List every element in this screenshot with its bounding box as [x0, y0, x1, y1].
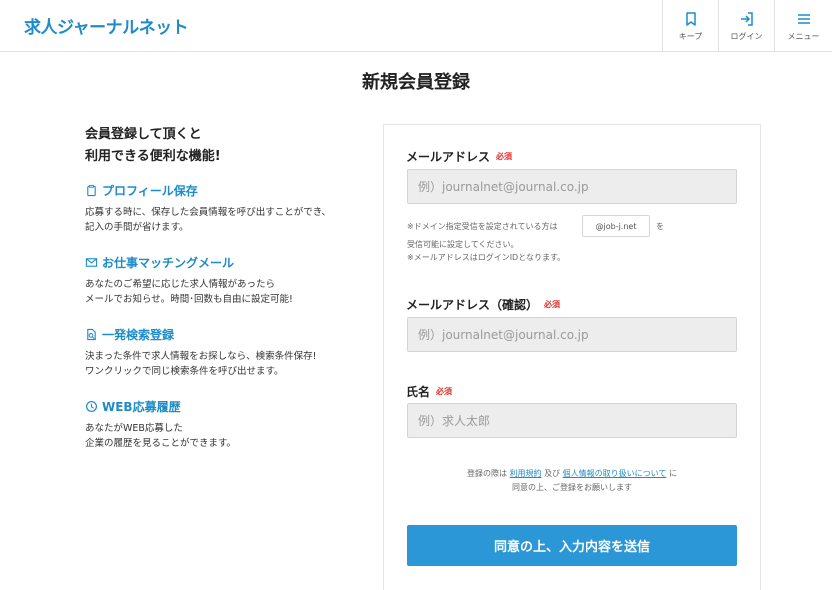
terms-link[interactable]: 利用規約	[510, 469, 542, 478]
bookmark-icon	[685, 11, 696, 26]
domain-value-box: @job-j.net	[582, 215, 650, 237]
site-header: 求人ジャーナルネット キープ ログイン メニュー	[0, 0, 832, 52]
search-document-icon	[87, 328, 96, 340]
email-label: メールアドレス 必須	[406, 150, 513, 164]
login-label: ログイン	[730, 31, 763, 41]
feature-web-history: WEB応募履歴 あなたがWEB応募した 企業の履歴を見ることができます。	[85, 397, 375, 451]
feature-title: お仕事マッチングメール	[102, 255, 235, 270]
feature-matching-mail: お仕事マッチングメール あなたのご希望に応じた求人情報があったら メールでお知ら…	[85, 253, 375, 307]
receive-note: 受信可能に設定してください。	[407, 240, 519, 249]
keep-label: キープ	[678, 31, 703, 41]
feature-title: 一発検索登録	[102, 327, 175, 342]
email-input[interactable]	[407, 169, 737, 204]
required-badge: 必須	[496, 152, 513, 161]
feature-title: プロフィール保存	[102, 183, 198, 198]
menu-label: メニュー	[787, 31, 820, 41]
page-title: 新規会員登録	[362, 72, 470, 93]
required-badge: 必須	[544, 300, 561, 309]
domain-note: ※ドメイン指定受信を設定されている方は	[407, 222, 558, 231]
feature-profile-save: プロフィール保存 応募する時に、保存した会員情報を呼び出すことができ、 記入の手…	[85, 181, 375, 235]
history-clock-icon	[85, 400, 98, 412]
mail-icon	[85, 257, 98, 267]
consent-note: 登録の際は 利用規約 及び 個人情報の取り扱いについて に 同意の上、ご登録をお…	[467, 469, 677, 492]
required-badge: 必須	[436, 387, 453, 396]
site-logo[interactable]: 求人ジャーナルネット	[24, 13, 189, 38]
keep-button[interactable]: キープ	[662, 0, 718, 52]
login-button[interactable]: ログイン	[718, 0, 774, 52]
menu-icon	[797, 13, 810, 24]
header-nav: キープ ログイン メニュー	[662, 0, 832, 52]
login-id-note: ※メールアドレスはログインIDとなります。	[407, 253, 566, 262]
email-confirm-label: メールアドレス（確認） 必須	[406, 298, 561, 312]
feature-description: あなたのご希望に応じた求人情報があったら メールでお知らせ。時間･回数も自由に設…	[85, 279, 293, 305]
name-label: 氏名 必須	[406, 385, 453, 399]
name-input[interactable]	[407, 403, 737, 438]
feature-description: 決まった条件で求人情報をお探しなら、検索条件保存! ワンクリックで同じ検索条件を…	[85, 351, 317, 377]
menu-button[interactable]: メニュー	[774, 0, 832, 52]
clipboard-icon	[87, 184, 96, 196]
privacy-policy-link[interactable]: 個人情報の取り扱いについて	[563, 469, 667, 478]
login-icon	[740, 11, 753, 26]
feature-description: あなたがWEB応募した 企業の履歴を見ることができます。	[85, 423, 237, 449]
email-confirm-input[interactable]	[407, 317, 737, 352]
benefits-heading: 会員登録して頂くと 利用できる便利な機能!	[85, 127, 221, 164]
feature-title: WEB応募履歴	[102, 399, 181, 414]
domain-note-suffix: を	[656, 222, 664, 231]
feature-quick-search: 一発検索登録 決まった条件で求人情報をお探しなら、検索条件保存! ワンクリックで…	[85, 325, 375, 379]
submit-button[interactable]: 同意の上、入力内容を送信	[407, 525, 737, 566]
feature-description: 応募する時に、保存した会員情報を呼び出すことができ、 記入の手間が省けます。	[85, 207, 332, 233]
